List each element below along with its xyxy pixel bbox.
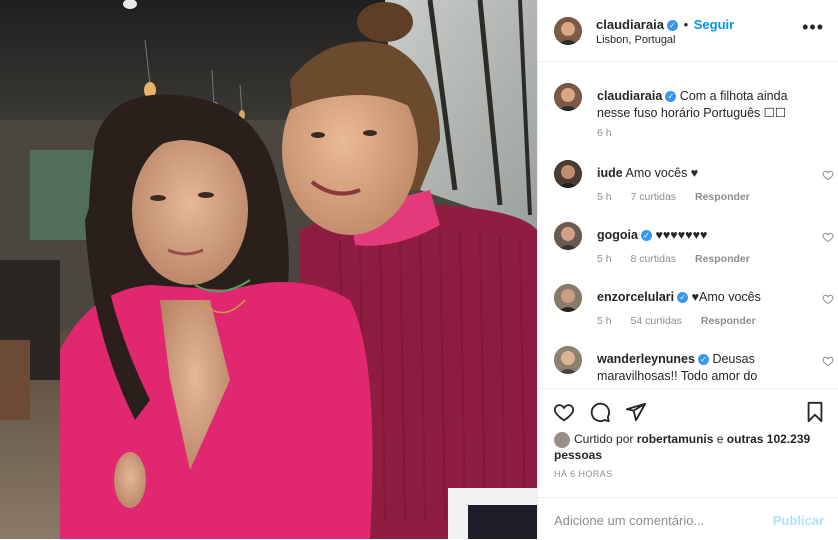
header-separator: •	[683, 17, 689, 32]
comment-bubble-icon[interactable]	[589, 401, 611, 423]
comment-likes[interactable]: 8 curtidas	[631, 253, 677, 265]
comment-username[interactable]: gogoia	[597, 228, 638, 242]
comment-username[interactable]: wanderleynunes	[597, 352, 695, 366]
more-options-icon[interactable]: •••	[802, 18, 824, 36]
caption-time[interactable]: 6 h	[597, 127, 612, 139]
liked-by-conj: e	[716, 432, 724, 446]
comment-avatar[interactable]	[554, 160, 582, 188]
author-line: claudiaraia ✓ • Seguir	[596, 17, 734, 32]
post-timestamp[interactable]: HÁ 6 HORAS	[554, 469, 613, 479]
comment-meta: 5 h 54 curtidas Responder	[597, 315, 772, 327]
liked-by-prefix: Curtido por	[574, 432, 634, 446]
post-header: claudiaraia ✓ • Seguir Lisbon, Portugal •…	[538, 0, 838, 62]
follow-button[interactable]: Seguir	[694, 17, 734, 32]
add-comment-bar: Adicione um comentário... Publicar	[538, 497, 838, 540]
comment-likes[interactable]: 54 curtidas	[631, 315, 682, 327]
comment-time[interactable]: 5 h	[597, 253, 612, 265]
comment-input[interactable]: Adicione um comentário...	[554, 513, 704, 528]
comment-meta: 5 h 8 curtidas Responder	[597, 253, 766, 265]
post-actions: Curtido por robertamunis e outras 102.23…	[538, 388, 838, 539]
liker-avatar[interactable]	[554, 432, 570, 448]
comment-meta: 5 h 7 curtidas Responder	[597, 191, 766, 203]
reply-button[interactable]: Responder	[695, 253, 750, 265]
verified-badge-icon: ✓	[697, 354, 709, 365]
post-photo-illustration	[0, 0, 537, 539]
like-heart-icon[interactable]	[553, 401, 575, 423]
verified-badge-icon: ✓	[665, 91, 677, 102]
comment-avatar[interactable]	[554, 346, 582, 374]
liked-by-text: Curtido por robertamunis e outras 102.23…	[554, 431, 814, 463]
comment-avatar[interactable]	[554, 284, 582, 312]
publish-button[interactable]: Publicar	[773, 513, 824, 528]
comment-avatar[interactable]	[554, 222, 582, 250]
comment-time[interactable]: 5 h	[597, 191, 612, 203]
verified-badge-icon: ✓	[640, 230, 652, 241]
caption-username[interactable]: claudiaraia	[597, 89, 662, 103]
share-paper-plane-icon[interactable]	[625, 401, 647, 423]
like-comment-heart-icon[interactable]	[822, 231, 834, 243]
comment-text: ♥♥♥♥♥♥♥	[655, 228, 708, 242]
reply-button[interactable]: Responder	[701, 315, 756, 327]
like-comment-heart-icon[interactable]	[822, 169, 834, 181]
location-link[interactable]: Lisbon, Portugal	[596, 34, 676, 46]
comment-username[interactable]: iude	[597, 166, 623, 180]
comment-username[interactable]: enzorcelulari	[597, 290, 674, 304]
caption-text-block: claudiaraia ✓ Com a filhota ainda nesse f…	[597, 88, 797, 122]
reply-button[interactable]: Responder	[695, 191, 750, 203]
comment-text-block: enzorcelulari ✓ ♥Amo vocês	[597, 289, 797, 306]
like-comment-heart-icon[interactable]	[822, 355, 834, 367]
caption-meta: 6 h	[597, 127, 628, 139]
like-comment-heart-icon[interactable]	[822, 293, 834, 305]
author-username[interactable]: claudiaraia	[596, 17, 664, 32]
author-avatar[interactable]	[554, 17, 582, 45]
comment-text: Amo vocês ♥	[625, 166, 699, 180]
comment-text-block: gogoia ✓ ♥♥♥♥♥♥♥	[597, 227, 797, 244]
comment-text: ♥Amo vocês	[691, 290, 761, 304]
comment-time[interactable]: 5 h	[597, 315, 612, 327]
comment-text-block: wanderleynunes ✓ Deusas maravilhosas!! To…	[597, 351, 797, 385]
verified-badge-icon: ✓	[666, 20, 678, 31]
comment-text-block: iude Amo vocês ♥	[597, 165, 797, 182]
verified-badge-icon: ✓	[677, 292, 689, 303]
instagram-post: claudiaraia ✓ • Seguir Lisbon, Portugal •…	[0, 0, 838, 539]
save-bookmark-icon[interactable]	[804, 401, 826, 423]
post-sidebar: claudiaraia ✓ • Seguir Lisbon, Portugal •…	[537, 0, 838, 539]
liked-by-user[interactable]: robertamunis	[637, 432, 714, 446]
comments-list[interactable]: claudiaraia ✓ Com a filhota ainda nesse f…	[538, 62, 838, 388]
comment-likes[interactable]: 7 curtidas	[631, 191, 677, 203]
post-photo[interactable]	[0, 0, 537, 539]
liked-by: Curtido por robertamunis e outras 102.23…	[554, 431, 814, 463]
caption-avatar[interactable]	[554, 83, 582, 111]
